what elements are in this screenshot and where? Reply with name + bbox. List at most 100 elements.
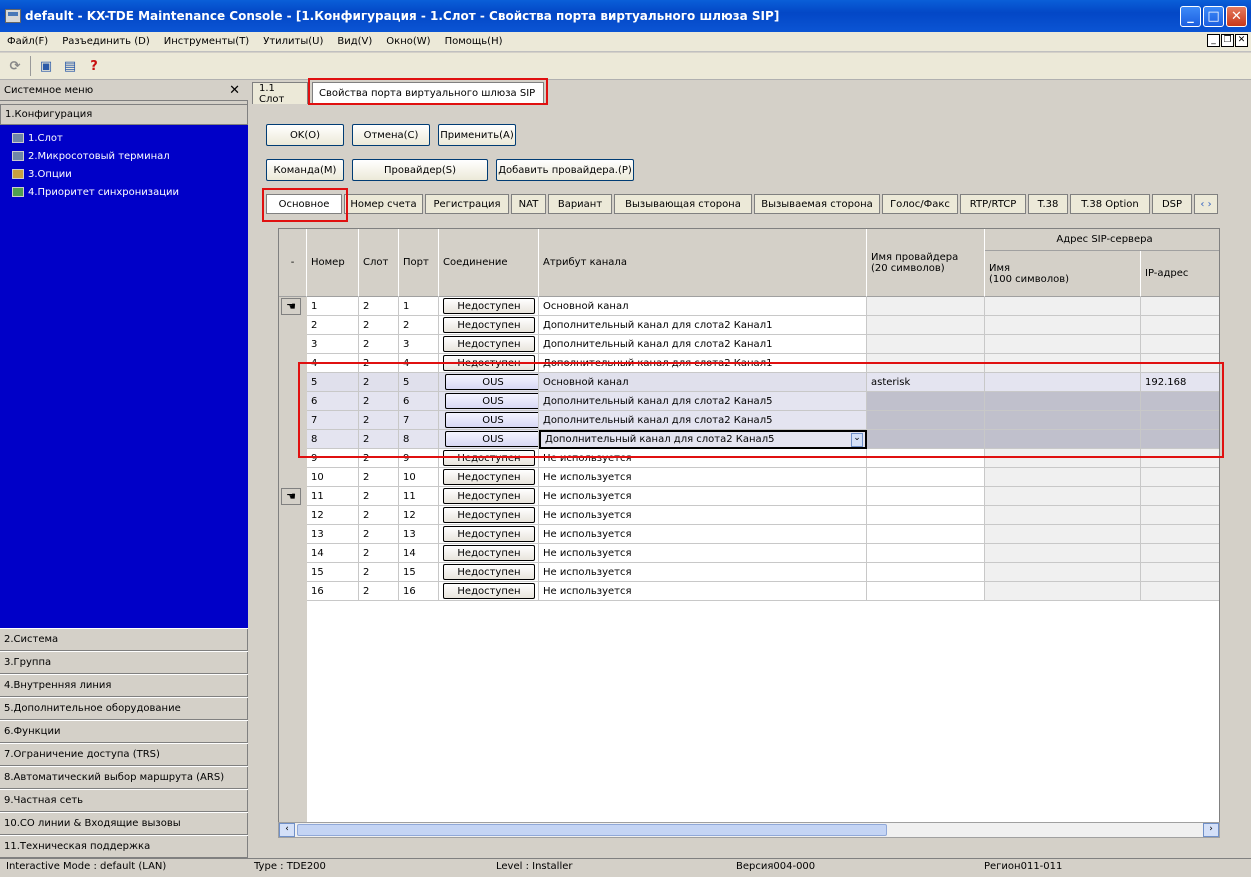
row-pointer-icon[interactable]: ☚ [281, 298, 301, 315]
connect-icon[interactable]: ▣ [37, 57, 55, 75]
mdi-restore-button[interactable]: ❐ [1221, 34, 1234, 47]
section-extension[interactable]: 4.Внутренняя линия [0, 674, 248, 697]
cell-provider-name[interactable] [867, 335, 985, 354]
section-maintenance[interactable]: 11.Техническая поддержка [0, 835, 248, 858]
table-row[interactable]: 11 2 11 Недоступен Не используется [279, 487, 1219, 506]
subtab-t38[interactable]: T.38 [1028, 194, 1068, 214]
cell-provider-name[interactable] [867, 392, 985, 411]
cell-provider-name[interactable] [867, 487, 985, 506]
subtab-variant[interactable]: Вариант [548, 194, 612, 214]
connection-button[interactable]: Недоступен [443, 545, 535, 561]
menu-file[interactable]: Файл(F) [0, 36, 55, 47]
cell-server-name[interactable] [985, 449, 1141, 468]
menu-disconnect[interactable]: Разъединить (D) [55, 36, 157, 47]
tree-item-sync-priority[interactable]: 4.Приоритет синхронизации [0, 183, 248, 201]
cell-channel-attribute[interactable]: Не используется [539, 563, 867, 582]
cell-channel-attribute[interactable]: Не используется [539, 525, 867, 544]
close-button[interactable]: ✕ [1226, 6, 1247, 27]
section-co-line[interactable]: 10.CO линии & Входящие вызовы [0, 812, 248, 835]
cell-provider-name[interactable] [867, 582, 985, 601]
cell-channel-attribute[interactable]: Основной канал [539, 297, 867, 316]
add-provider-button[interactable]: Добавить провайдера.(P) [496, 159, 634, 181]
cancel-button[interactable]: Отмена(C) [352, 124, 430, 146]
subtab-dsp[interactable]: DSP [1152, 194, 1192, 214]
cell-provider-name[interactable] [867, 525, 985, 544]
section-ars[interactable]: 8.Автоматический выбор маршрута (ARS) [0, 766, 248, 789]
mdi-minimize-button[interactable]: _ [1207, 34, 1220, 47]
cell-ip-address[interactable] [1141, 316, 1219, 335]
cell-channel-attribute[interactable]: Не используется [539, 544, 867, 563]
connection-button[interactable]: Недоступен [443, 583, 535, 599]
command-button[interactable]: Команда(M) [266, 159, 344, 181]
subtab-called-party[interactable]: Вызываемая сторона [754, 194, 880, 214]
cell-server-name[interactable] [985, 487, 1141, 506]
cell-ip-address[interactable] [1141, 335, 1219, 354]
cell-server-name[interactable] [985, 430, 1141, 449]
menu-help[interactable]: Помощь(H) [438, 36, 510, 47]
disconnect-icon[interactable]: ▤ [61, 57, 79, 75]
cell-ip-address[interactable] [1141, 487, 1219, 506]
table-row[interactable]: 9 2 9 Недоступен Не используется [279, 449, 1219, 468]
section-private-network[interactable]: 9.Частная сеть [0, 789, 248, 812]
section-group[interactable]: 3.Группа [0, 651, 248, 674]
connection-button[interactable]: Недоступен [443, 317, 535, 333]
connection-button[interactable]: Недоступен [443, 526, 535, 542]
cell-channel-attribute[interactable]: Дополнительный канал для слота2 Канал5 ⌄ [539, 430, 867, 449]
cell-channel-attribute[interactable]: Дополнительный канал для слота2 Канал5 [539, 411, 867, 430]
header-select-all[interactable]: - [279, 229, 307, 297]
subtab-voice-fax[interactable]: Голос/Факс [882, 194, 958, 214]
cell-ip-address[interactable] [1141, 449, 1219, 468]
cell-ip-address[interactable] [1141, 468, 1219, 487]
cell-channel-attribute[interactable]: Не используется [539, 487, 867, 506]
subtab-rtp-rtcp[interactable]: RTP/RTCP [960, 194, 1026, 214]
table-row[interactable]: 16 2 16 Недоступен Не используется [279, 582, 1219, 601]
refresh-icon[interactable]: ⟳ [6, 57, 24, 75]
cell-ip-address[interactable] [1141, 563, 1219, 582]
cell-server-name[interactable] [985, 563, 1141, 582]
cell-channel-attribute[interactable]: Не используется [539, 468, 867, 487]
cell-server-name[interactable] [985, 316, 1141, 335]
menu-view[interactable]: Вид(V) [330, 36, 379, 47]
section-trs[interactable]: 7.Ограничение доступа (TRS) [0, 743, 248, 766]
subtab-nat[interactable]: NAT [511, 194, 546, 214]
cell-channel-attribute[interactable]: Не используется [539, 582, 867, 601]
scroll-right-arrow[interactable]: › [1203, 823, 1219, 837]
table-row[interactable]: 12 2 12 Недоступен Не используется [279, 506, 1219, 525]
tree-item-cell-station[interactable]: 2.Микросотовый терминал [0, 147, 248, 165]
mdi-close-button[interactable]: ✕ [1235, 34, 1248, 47]
table-row[interactable]: 5 2 5 OUS Основной канал asterisk 192.168 [279, 373, 1219, 392]
tree-item-options[interactable]: 3.Опции [0, 165, 248, 183]
cell-provider-name[interactable] [867, 411, 985, 430]
connection-button[interactable]: Недоступен [443, 450, 535, 466]
table-row[interactable]: 6 2 6 OUS Дополнительный канал для слота2 Ка… [279, 392, 1219, 411]
cell-ip-address[interactable] [1141, 354, 1219, 373]
table-row[interactable]: 8 2 8 OUS Дополнительный канал для слота2 Ка… [279, 430, 1219, 449]
cell-provider-name[interactable] [867, 297, 985, 316]
ok-button[interactable]: OK(O) [266, 124, 344, 146]
connection-button[interactable]: OUS [445, 412, 538, 428]
cell-channel-attribute[interactable]: Основной канал [539, 373, 867, 392]
cell-provider-name[interactable] [867, 563, 985, 582]
subtab-registration[interactable]: Регистрация [425, 194, 509, 214]
close-icon[interactable]: ✕ [229, 83, 240, 98]
cell-channel-attribute[interactable]: Дополнительный канал для слота2 Канал1 [539, 354, 867, 373]
cell-channel-attribute[interactable]: Дополнительный канал для слота2 Канал1 [539, 316, 867, 335]
cell-provider-name[interactable] [867, 354, 985, 373]
scroll-thumb[interactable] [297, 824, 887, 836]
cell-ip-address[interactable] [1141, 297, 1219, 316]
cell-provider-name[interactable]: asterisk [867, 373, 985, 392]
cell-ip-address[interactable] [1141, 392, 1219, 411]
scroll-left-arrow[interactable]: ‹ [279, 823, 295, 837]
connection-button[interactable]: OUS [445, 431, 538, 447]
subtab-calling-party[interactable]: Вызывающая сторона [614, 194, 752, 214]
cell-provider-name[interactable] [867, 449, 985, 468]
cell-ip-address[interactable] [1141, 582, 1219, 601]
cell-ip-address[interactable] [1141, 525, 1219, 544]
section-features[interactable]: 6.Функции [0, 720, 248, 743]
cell-channel-attribute[interactable]: Дополнительный канал для слота2 Канал1 [539, 335, 867, 354]
cell-server-name[interactable] [985, 468, 1141, 487]
table-row[interactable]: 1 2 1 Недоступен Основной канал [279, 297, 1219, 316]
row-pointer-icon[interactable]: ☚ [281, 488, 301, 505]
table-row[interactable]: 3 2 3 Недоступен Дополнительный канал для сл… [279, 335, 1219, 354]
horizontal-scrollbar[interactable]: ‹ › [278, 822, 1220, 838]
